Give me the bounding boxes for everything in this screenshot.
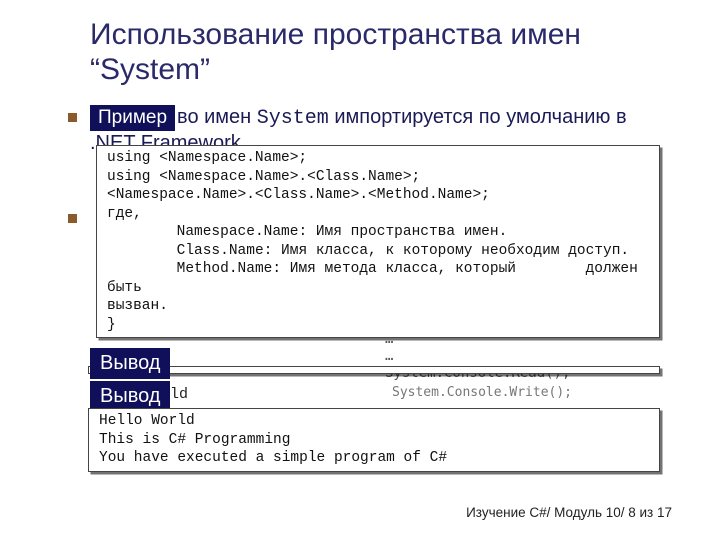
output-text: Hello World This is C# Programming You h… — [99, 412, 649, 468]
writeln-text: System.Console.Write(); — [392, 385, 652, 400]
output-label-1: Вывод — [90, 348, 172, 379]
slide-footer: Изучение C#/ Модуль 10/ 8 из 17 — [466, 505, 672, 520]
bullet1-codeword: System — [257, 107, 329, 130]
output-box: Hello World This is C# Programming You h… — [88, 408, 660, 472]
primer-badge: Пример — [90, 105, 175, 131]
output-box-hidden-strip — [88, 366, 660, 374]
output-ld-fragment: ld — [170, 386, 188, 403]
slide-title: Использование пространства имен “System” — [90, 18, 680, 87]
using-syntax-text: using <Namespace.Name>; using <Namespace… — [107, 149, 649, 334]
bullet1-prefix: во имен — [177, 106, 257, 128]
writeln-fragment: System.Console.Write(); — [392, 385, 652, 400]
using-syntax-box: using <Namespace.Name>; using <Namespace… — [96, 145, 660, 338]
output-badge-1: Вывод — [90, 348, 170, 379]
